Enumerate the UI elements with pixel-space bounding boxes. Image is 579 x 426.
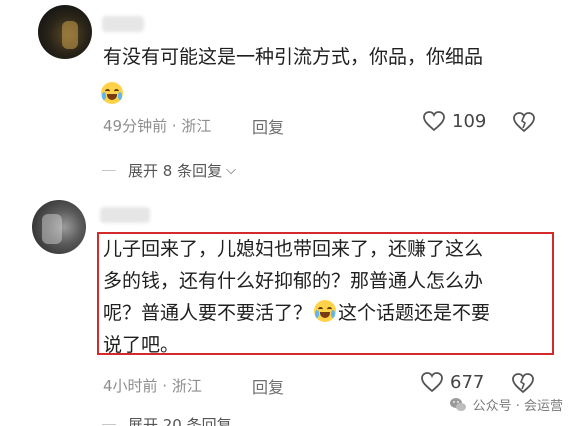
username-redacted[interactable] <box>102 16 144 32</box>
comment-time-location: 4小时前 · 浙江 <box>103 377 202 395</box>
dislike-button[interactable] <box>512 111 536 137</box>
divider-line <box>102 424 116 425</box>
avatar[interactable] <box>32 200 86 254</box>
broken-heart-icon <box>513 112 535 133</box>
like-button[interactable]: 677 <box>420 371 484 393</box>
crying-laughing-emoji <box>101 82 123 105</box>
watermark-text: 公众号 · 会运营 <box>472 399 563 414</box>
divider-line <box>102 170 116 171</box>
heart-icon <box>421 372 443 393</box>
chevron-down-icon: ⌵ <box>226 163 236 178</box>
username-redacted[interactable] <box>100 207 150 223</box>
like-count: 109 <box>452 110 487 132</box>
reply-button[interactable]: 回复 <box>252 114 284 138</box>
heart-icon <box>423 111 445 132</box>
comment-text: 有没有可能这是一种引流方式，你品，你细品 <box>103 46 484 68</box>
avatar[interactable] <box>38 5 92 59</box>
reply-button[interactable]: 回复 <box>252 374 284 398</box>
expand-replies-label: 展开 20 条回复 <box>128 416 232 426</box>
broken-heart-icon <box>512 373 534 394</box>
expand-replies-label: 展开 8 条回复 <box>128 162 223 180</box>
like-button[interactable]: 109 <box>422 110 486 132</box>
wechat-icon <box>449 397 466 411</box>
expand-replies[interactable]: 展开 8 条回复 ⌵ <box>102 160 236 181</box>
highlight-box <box>97 232 554 355</box>
watermark: 公众号 · 会运营 <box>449 395 563 414</box>
expand-replies[interactable]: 展开 20 条回复 <box>102 414 232 426</box>
comment-list: 有没有可能这是一种引流方式，你品，你细品 49分钟前 · 浙江 回复 109 展… <box>0 0 579 426</box>
like-count: 677 <box>450 371 485 393</box>
comment-time-location: 49分钟前 · 浙江 <box>103 117 212 135</box>
